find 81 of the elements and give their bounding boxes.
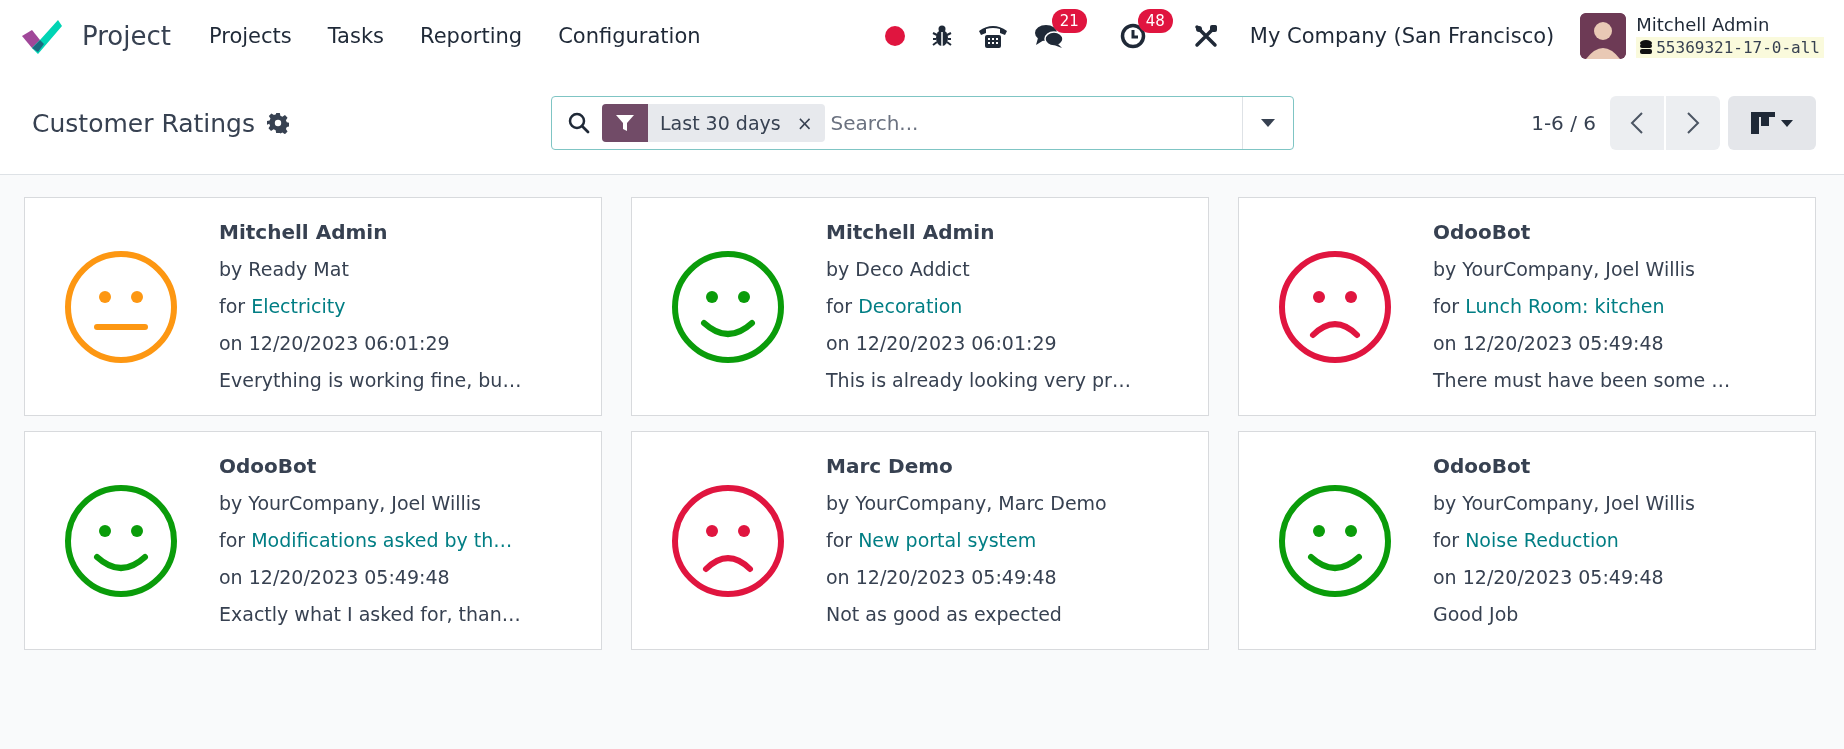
rating-date: on 12/20/2023 05:49:48 [1433,565,1665,590]
rating-date: on 12/20/2023 05:49:48 [1433,331,1665,356]
for-label: for [826,294,853,319]
smiling-face-icon [63,482,179,599]
user-name[interactable]: Mitchell Admin [1636,14,1824,35]
activity-count-badge: 48 [1137,9,1173,33]
settings-icon[interactable] [267,112,289,134]
customer-name: by YourCompany, Marc Demo [826,491,1107,516]
database-name: 55369321-17-0-all [1656,38,1820,57]
record-dot-icon[interactable] [883,25,906,47]
rated-by-name: Marc Demo [826,453,954,480]
page-title[interactable]: Customer Ratings [32,108,255,138]
rated-by-name: OdooBot [1433,453,1532,480]
customer-name: by Ready Mat [219,257,350,282]
company-switcher[interactable]: My Company (San Francisco) [1249,24,1555,48]
customer-name: by YourCompany, Joel Willis [1433,257,1696,282]
rating-date: on 12/20/2023 06:01:29 [826,331,1058,356]
feedback-text: Good Job [1433,602,1520,627]
smiling-face-icon [1277,482,1393,599]
rated-by-name: OdooBot [1433,219,1532,246]
customer-name: by YourCompany, Joel Willis [219,491,482,516]
rated-by-name: Mitchell Admin [219,219,389,246]
for-label: for [1433,528,1460,553]
feedback-text: This is already looking very pr… [826,368,1131,393]
chevron-right-icon [1686,111,1700,135]
task-link[interactable]: Noise Reduction [1465,522,1619,559]
chevron-left-icon [1630,111,1644,135]
frowning-face-icon [670,482,786,599]
neutral-face-icon [63,248,179,365]
feedback-text: Not as good as expected [826,602,1063,627]
feedback-text: There must have been some … [1433,368,1731,393]
menu-item[interactable]: Tasks [309,16,403,56]
search-input: Search... [824,110,1242,136]
database-icon [1640,40,1653,55]
rating-card[interactable]: Mitchell Admin by Deco Addict for Decoration on 12/20/2023 06:01:29 This is already looking very pr… [631,197,1209,416]
filter-icon [615,113,635,133]
caret-icon[interactable] [1261,119,1275,127]
pager-value[interactable]: 1-6 / 6 [1531,111,1596,135]
user-avatar[interactable] [1580,13,1627,59]
kanban-icon [1751,112,1775,134]
customer-name: by YourCompany, Joel Willis [1433,491,1695,516]
remove-filter-button[interactable]: × [792,104,825,142]
menu-item[interactable]: Projects [190,16,310,56]
rating-card[interactable]: OdooBot by YourCompany, Joel Willis for Noise Reduction on 12/20/2023 05:49:48 Good Job [1238,431,1816,650]
rating-card[interactable]: Mitchell Admin by Ready Mat for Electricity on 12/20/2023 06:01:29 Everything is working fine, bu… [24,197,602,416]
rated-by-name: Mitchell Admin [826,219,996,246]
for-label: for [1433,294,1460,319]
view-switcher-button[interactable] [1728,96,1816,150]
filter-facet-label: Last 30 days [659,111,782,136]
rating-card[interactable]: Marc Demo by YourCompany, Marc Demo for New portal system on 12/20/2023 05:49:48 Not as good as expected [631,431,1209,650]
app-logo-icon[interactable] [20,18,62,54]
task-link[interactable]: Decoration [858,288,963,325]
rating-date: on 12/20/2023 05:49:48 [219,565,451,590]
phone-icon[interactable] [977,23,1008,49]
customer-name: by Deco Addict [826,257,971,282]
menu-item[interactable]: Configuration [540,16,719,56]
feedback-text: Exactly what I asked for, than… [219,602,521,627]
rated-by-name: OdooBot [219,453,318,480]
task-link[interactable]: Modifications asked by th… [251,522,513,559]
rating-card[interactable]: OdooBot by YourCompany, Joel Willis for Lunch Room: kitchen on 12/20/2023 05:49:48 There must have been some … [1238,197,1816,416]
feedback-text: Everything is working fine, bu… [219,368,522,393]
caret-icon [1781,119,1793,127]
bug-icon[interactable] [931,25,952,47]
message-count-badge: 21 [1051,9,1087,33]
rating-date: on 12/20/2023 05:49:48 [826,565,1058,590]
task-link[interactable]: New portal system [858,522,1037,559]
task-link[interactable]: Lunch Room: kitchen [1465,288,1665,325]
search-icon [568,112,590,134]
task-link[interactable]: Electricity [251,288,346,325]
for-label: for [219,294,246,319]
search-field[interactable]: Last 30 days × Search... [551,96,1294,150]
rating-card[interactable]: OdooBot by YourCompany, Joel Willis for Modifications asked by th… on 12/20/2023 05:49:48 Exactly what I asked for, than… [24,431,602,650]
menu-item[interactable]: Reporting [402,16,541,56]
app-name[interactable]: Project [82,21,171,51]
rating-date: on 12/20/2023 06:01:29 [219,331,451,356]
frowning-face-icon [1277,248,1393,365]
tools-icon[interactable] [1193,24,1218,48]
for-label: for [219,528,246,553]
smiling-face-icon [670,248,786,365]
for-label: for [826,528,853,553]
clock-icon[interactable] [1119,23,1146,49]
